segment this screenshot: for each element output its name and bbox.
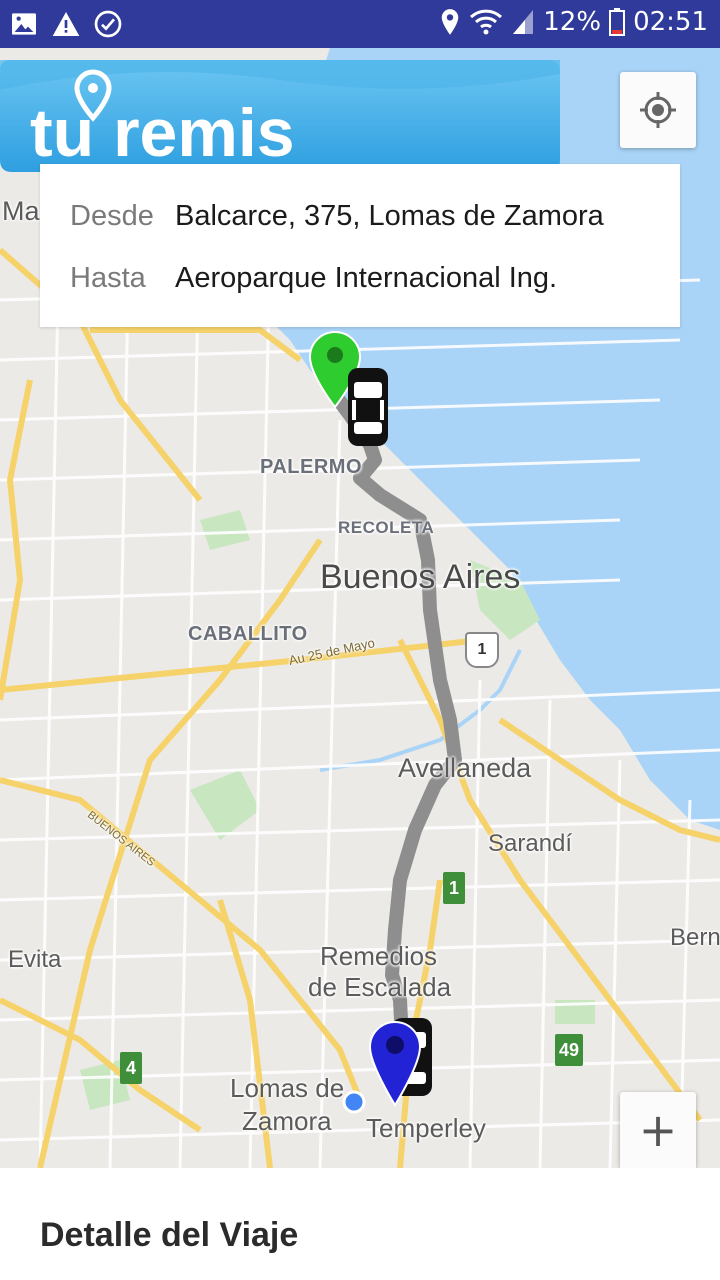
route-shield-4: 4: [120, 1052, 142, 1084]
to-address[interactable]: Aeroparque Internacional Ing.: [175, 262, 557, 295]
from-label: Desde: [70, 200, 154, 232]
map-label-lomas-de: Lomas de: [230, 1073, 345, 1103]
battery-icon: [609, 8, 626, 36]
check-circle-icon: [94, 10, 122, 38]
route-to-row[interactable]: Hasta Aeroparque Internacional Ing.: [70, 262, 557, 295]
logo-text: tu remis: [30, 95, 295, 171]
app-logo: tu remis: [0, 60, 560, 172]
car-icon: [348, 368, 388, 446]
wifi-icon: [470, 9, 503, 35]
map-label-remedios: Remedios: [320, 941, 438, 971]
signal-icon: [513, 10, 534, 34]
trip-detail-title: Detalle del Viaje: [40, 1216, 299, 1254]
origin-pin-icon[interactable]: [368, 1020, 422, 1110]
map-label-avellaneda: Avellaneda: [398, 753, 532, 783]
route-shield-1: 1: [465, 632, 499, 668]
route-shield-49: 49: [555, 1034, 583, 1066]
crosshair-icon: [640, 92, 676, 128]
route-shield-green-1: 1: [443, 872, 465, 904]
map-label-sarandi: Sarandí: [488, 830, 573, 857]
image-icon: [12, 13, 36, 35]
map-label-evita: Evita: [8, 946, 62, 973]
my-location-button[interactable]: [620, 72, 696, 148]
battery-percent: 12%: [543, 7, 602, 37]
from-address[interactable]: Balcarce, 375, Lomas de Zamora: [175, 200, 604, 233]
route-card: Desde Balcarce, 375, Lomas de Zamora Has…: [40, 164, 680, 327]
map-label-temperley: Temperley: [366, 1113, 486, 1143]
status-bar: 12% 02:51: [0, 0, 720, 48]
clock: 02:51: [633, 7, 708, 37]
location-icon: [442, 9, 459, 35]
trip-detail-sheet[interactable]: Detalle del Viaje: [0, 1168, 720, 1280]
zoom-in-button[interactable]: +: [620, 1092, 696, 1168]
map-label-zamora: Zamora: [242, 1106, 332, 1136]
map-label-recoleta: RECOLETA: [338, 518, 435, 537]
to-label: Hasta: [70, 262, 146, 294]
map-label-palermo: PALERMO: [260, 456, 363, 478]
map-label-de-escalada: de Escalada: [308, 972, 452, 1002]
map-label-ma: Ma: [2, 196, 40, 226]
route-from-row[interactable]: Desde Balcarce, 375, Lomas de Zamora: [70, 200, 604, 233]
map-label-buenos-aires: Buenos Aires: [320, 558, 521, 596]
map-label-bern: Bern: [670, 924, 720, 951]
map-label-caballito: CABALLITO: [188, 623, 308, 645]
warning-icon: [52, 12, 80, 36]
